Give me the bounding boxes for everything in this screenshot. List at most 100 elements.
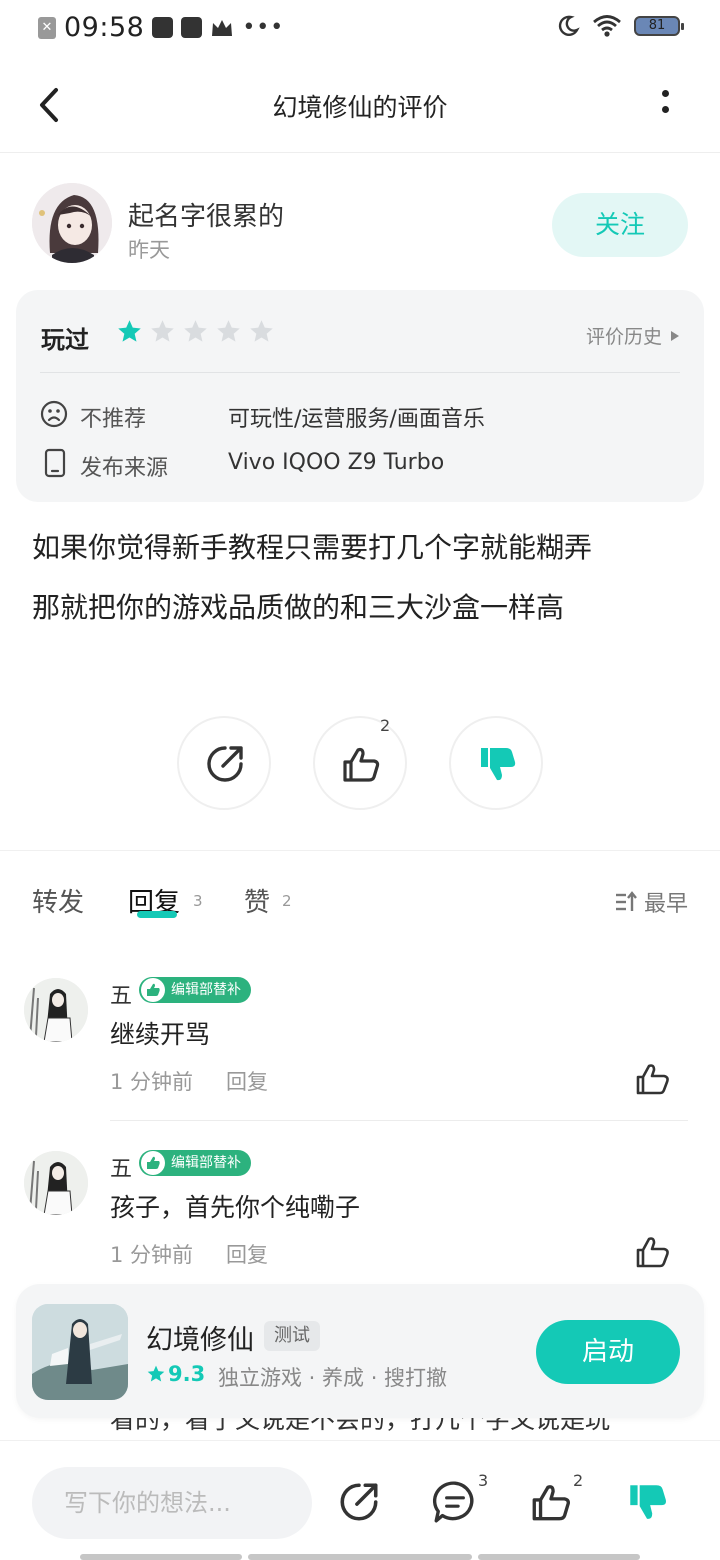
- phone-icon: [44, 448, 66, 478]
- tab-reply-count: 3: [193, 892, 203, 910]
- rating-stars: [116, 318, 275, 345]
- sort-button[interactable]: 最早: [614, 886, 688, 918]
- dislike-button[interactable]: [624, 1479, 670, 1525]
- share-button[interactable]: [177, 716, 271, 810]
- home-indicator: [80, 1554, 242, 1560]
- game-test-tag: 测试: [264, 1321, 320, 1351]
- comment-like-button[interactable]: [634, 1233, 672, 1271]
- recommend-tags: 可玩性/运营服务/画面音乐: [228, 407, 485, 432]
- mail-icon: [152, 17, 174, 38]
- star-empty-icon: [184, 320, 207, 342]
- comment-button[interactable]: [432, 1479, 478, 1525]
- more-dots-icon: •••: [242, 15, 285, 40]
- comment-time: 1 分钟前: [110, 1243, 194, 1267]
- dislike-button[interactable]: [449, 716, 543, 810]
- sad-face-icon: [40, 400, 68, 428]
- comment-avatar[interactable]: [24, 1151, 88, 1215]
- battery-icon: 81: [634, 16, 684, 36]
- comment-divider: [110, 1120, 688, 1121]
- status-bar-right: 81: [556, 14, 684, 38]
- editor-badge: 编辑部替补: [139, 1150, 251, 1176]
- comment-text: 继续开骂: [110, 1020, 211, 1049]
- game-art: [32, 1304, 128, 1400]
- thumb-badge-icon: [141, 978, 165, 1002]
- more-button[interactable]: [662, 90, 670, 120]
- game-score: 9.3: [146, 1362, 205, 1386]
- star-icon: [147, 1365, 165, 1382]
- header-bar: 幻境修仙的评价: [0, 58, 720, 153]
- status-bar-left: ✕ 09:58 •••: [38, 12, 284, 43]
- crown-icon: [212, 19, 233, 36]
- like-button[interactable]: [313, 716, 407, 810]
- close-notification-icon: ✕: [38, 16, 56, 39]
- home-indicator: [478, 1554, 640, 1560]
- comment-like-button[interactable]: [634, 1060, 672, 1098]
- source-value: Vivo IQOO Z9 Turbo: [228, 450, 445, 475]
- thumbs-down-icon: [481, 748, 516, 781]
- comment-avatar[interactable]: [24, 978, 88, 1042]
- star-filled-icon: [118, 320, 141, 342]
- play-arrow-icon: [671, 330, 679, 341]
- review-info-card: 玩过 评价历史 不推荐 可玩性/运营服务/画面音乐 发布来源 Vivo IQOO…: [16, 290, 704, 502]
- author-avatar[interactable]: [32, 183, 112, 263]
- section-divider: [0, 850, 720, 851]
- video-icon: [181, 17, 203, 38]
- comment-author[interactable]: 五: [110, 978, 132, 1010]
- sort-icon: [615, 891, 637, 911]
- star-empty-icon: [217, 320, 240, 342]
- comment-reply-button[interactable]: 回复: [226, 1066, 268, 1096]
- editor-badge-label: 编辑部替补: [171, 1155, 241, 1171]
- comment-reply-button[interactable]: 回复: [226, 1239, 268, 1269]
- game-name: 幻境修仙: [146, 1325, 254, 1356]
- review-line: 那就把你的游戏品质做的和三大沙盒一样高: [32, 591, 565, 624]
- comment-count: 3: [478, 1471, 489, 1490]
- status-time: 09:58: [64, 12, 145, 43]
- home-indicator: [248, 1554, 472, 1560]
- game-icon: [32, 1304, 128, 1400]
- comment-input[interactable]: [32, 1467, 312, 1539]
- moon-icon: [558, 15, 580, 36]
- page-title: 幻境修仙的评价: [272, 93, 448, 122]
- tab-repost[interactable]: 转发: [32, 882, 84, 919]
- more-vertical-icon: [662, 106, 669, 113]
- card-divider: [40, 372, 680, 373]
- comment-text: 孩子，首先你个纯嘞子: [110, 1193, 361, 1222]
- tab-like-count: 2: [282, 892, 292, 910]
- like-count: 2: [380, 716, 391, 735]
- source-label: 发布来源: [80, 456, 169, 481]
- wifi-icon: [593, 15, 621, 37]
- game-card[interactable]: 幻境修仙 测试 9.3 独立游戏 · 养成 · 搜打撤 启动: [16, 1284, 704, 1418]
- recommend-label: 不推荐: [80, 407, 147, 432]
- comment-author[interactable]: 五: [110, 1151, 132, 1183]
- editor-badge: 编辑部替补: [139, 977, 251, 1003]
- thumb-badge-icon: [141, 1151, 165, 1175]
- review-history-link[interactable]: 评价历史: [586, 322, 680, 349]
- status-bar: ✕ 09:58 ••• 81: [0, 0, 720, 58]
- like-count: 2: [573, 1471, 584, 1490]
- avatar-illustration: [32, 183, 112, 263]
- game-score-value: 9.3: [168, 1362, 206, 1386]
- played-label: 玩过: [41, 326, 89, 354]
- avatar-illustration: [24, 978, 88, 1042]
- share-icon: [207, 746, 243, 782]
- launch-button[interactable]: 启动: [536, 1320, 680, 1384]
- star-empty-icon: [250, 320, 273, 342]
- like-button[interactable]: [528, 1479, 574, 1525]
- bottom-action-bar: 3 2: [0, 1440, 720, 1560]
- review-history-label: 评价历史: [585, 326, 662, 348]
- review-line: 如果你觉得新手教程只需要打几个字就能糊弄: [32, 531, 593, 564]
- share-button[interactable]: [336, 1479, 382, 1525]
- avatar-illustration: [24, 1151, 88, 1215]
- review-body: 如果你觉得新手教程只需要打几个字就能糊弄 那就把你的游戏品质做的和三大沙盒一样高: [32, 518, 692, 638]
- more-vertical-icon: [662, 90, 669, 97]
- comment-time: 1 分钟前: [110, 1070, 194, 1094]
- game-genres: 独立游戏 · 养成 · 搜打撤: [218, 1366, 448, 1390]
- tab-like[interactable]: 赞: [244, 882, 270, 919]
- sort-label: 最早: [643, 892, 688, 917]
- active-tab-indicator: [137, 911, 177, 918]
- author-name[interactable]: 起名字很累的: [128, 196, 284, 233]
- follow-button[interactable]: 关注: [552, 193, 688, 257]
- thumbs-up-icon: [343, 747, 380, 782]
- editor-badge-label: 编辑部替补: [171, 982, 241, 998]
- star-empty-icon: [151, 320, 174, 342]
